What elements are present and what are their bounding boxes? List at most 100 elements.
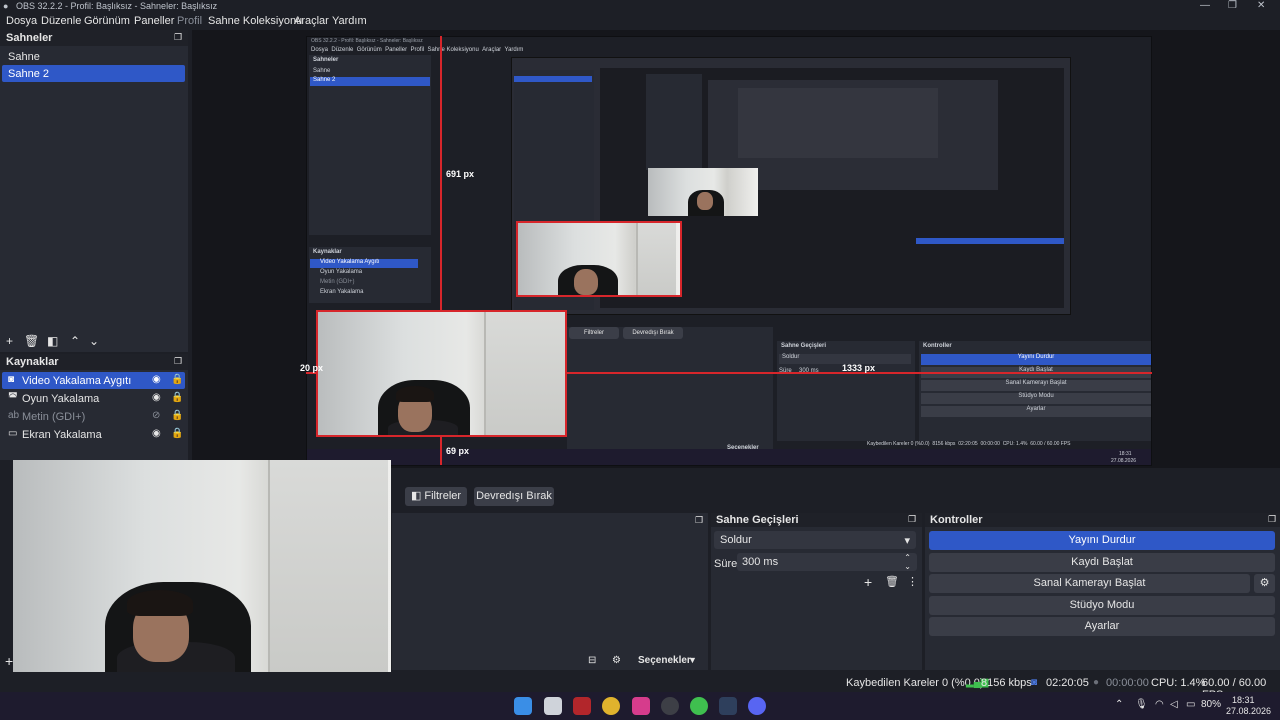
inner-menu-item: Yardım — [504, 47, 524, 53]
guide-label-left: 20 px — [300, 363, 324, 373]
steam-icon[interactable] — [719, 697, 737, 715]
maximize-button[interactable]: ❐ — [1228, 0, 1237, 11]
transitions-title: Sahne Geçişleri — [711, 513, 922, 527]
gear-icon[interactable]: ⚙ — [1254, 574, 1275, 593]
cpu-usage: CPU: 1.4% — [1151, 677, 1206, 689]
obs-icon[interactable] — [661, 697, 679, 715]
menu-duzenle[interactable]: Düzenle — [41, 15, 81, 27]
add-icon[interactable]: + — [864, 574, 872, 590]
studio-mode-button[interactable]: Stüdyo Modu — [929, 596, 1275, 615]
transition-select[interactable]: Soldur ▾ — [714, 531, 916, 549]
undock-icon[interactable]: ❐ — [1268, 514, 1276, 525]
inner-filters-button: Filtreler — [569, 327, 619, 339]
clock-date[interactable]: 27.08.2026 — [1226, 706, 1271, 716]
close-button[interactable]: ✕ — [1257, 0, 1265, 11]
gear-icon[interactable]: ⚙ — [612, 655, 621, 666]
eye-icon[interactable]: ◉ — [152, 428, 161, 439]
inner-source-item: Metin (GDI+) — [320, 279, 355, 285]
undock-icon[interactable]: ❐ — [908, 514, 916, 525]
add-icon[interactable]: + — [5, 653, 13, 669]
menu-yardim[interactable]: Yardım — [332, 15, 367, 27]
add-icon[interactable]: + — [6, 334, 13, 348]
menu-sahne-koleksiyonu[interactable]: Sahne Koleksiyonu — [208, 15, 302, 27]
filter-icon[interactable]: ◧ — [47, 334, 58, 348]
inner-status-item: 60.00 / 60.00 FPS — [1030, 441, 1071, 447]
inner-controls: Kontroller Yayını Durdur Kaydı Başlat Sa… — [919, 341, 1151, 441]
filters-button[interactable]: ◧ Filtreler — [405, 487, 467, 506]
inner-sources-dock: Kaynaklar Video Yakalama Aygıtı Oyun Yak… — [309, 247, 431, 303]
record-time: 00:00:00 — [1106, 677, 1149, 689]
source-item-screen[interactable]: ▭ Ekran Yakalama ◉ 🔒 — [2, 426, 185, 443]
options-dropdown[interactable]: Seçenekler — [638, 655, 691, 666]
eye-hidden-icon[interactable]: ⊘ — [152, 410, 160, 421]
wifi-icon[interactable]: ◠ — [1155, 699, 1164, 710]
stop-stream-button[interactable]: Yayını Durdur — [929, 531, 1275, 550]
clock-time[interactable]: 18:31 — [1232, 695, 1255, 705]
source-item-game[interactable]: ◚ Oyun Yakalama ◉ 🔒 — [2, 390, 185, 407]
menu-gorunum[interactable]: Görünüm — [84, 15, 130, 27]
more-icon[interactable]: ⋮ — [907, 575, 918, 588]
eye-icon[interactable]: ◉ — [152, 374, 161, 385]
settings-button[interactable]: Ayarlar — [929, 617, 1275, 636]
undock-icon[interactable]: ❐ — [174, 356, 182, 367]
duration-label: Süre — [714, 558, 738, 570]
volume-icon[interactable]: ◁ — [1170, 699, 1178, 710]
layout-icon[interactable]: ⊟ — [588, 655, 596, 666]
trash-icon[interactable]: 🗑 — [24, 334, 39, 348]
instagram-icon[interactable] — [632, 697, 650, 715]
deactivate-button[interactable]: Devredışı Bırak — [474, 487, 554, 506]
undock-icon[interactable]: ❐ — [174, 32, 182, 43]
lock-icon[interactable]: 🔒 — [171, 392, 183, 403]
sources-dock: Kaynaklar ❐ ◙ Video Yakalama Aygıtı ◉ 🔒 … — [0, 354, 188, 460]
menu-paneller[interactable]: Paneller — [134, 15, 174, 27]
inner-scenes-dock: Sahneler Sahne Sahne 2 — [309, 55, 431, 235]
guide-label-bottom: 69 px — [446, 446, 470, 456]
lock-icon[interactable]: 🔒 — [171, 374, 183, 385]
bitrate: 8156 kbps — [981, 677, 1032, 689]
source-item-video[interactable]: ◙ Video Yakalama Aygıtı ◉ 🔒 — [2, 372, 185, 389]
source-label: Video Yakalama Aygıtı — [22, 375, 132, 387]
source-label: Oyun Yakalama — [22, 393, 100, 405]
source-bounding-box[interactable] — [316, 310, 567, 437]
source-item-text[interactable]: ab Metin (GDI+) ⊘ 🔒 — [2, 408, 185, 425]
inner-webcam-frame — [516, 221, 682, 297]
discord-icon[interactable] — [748, 697, 766, 715]
inner-menu-item: Görünüm — [356, 47, 382, 53]
stream-time: 02:20:05 — [1046, 677, 1089, 689]
menu-araclar[interactable]: Araçlar — [294, 15, 329, 27]
app-icon[interactable] — [573, 697, 591, 715]
inner-scenes-title: Sahneler — [313, 57, 339, 63]
start-virtualcam-button[interactable]: Sanal Kamerayı Başlat — [929, 574, 1250, 593]
duration-input[interactable]: 300 ms ⌃ ⌄ — [737, 553, 917, 571]
windows-start-icon[interactable] — [514, 697, 532, 715]
scene-item-sahne[interactable]: Sahne — [2, 48, 185, 65]
start-record-button[interactable]: Kaydı Başlat — [929, 553, 1275, 572]
lock-icon[interactable]: 🔒 — [171, 410, 183, 421]
move-down-icon[interactable]: ⌄ — [89, 334, 99, 348]
move-up-icon[interactable]: ⌃ — [70, 334, 80, 348]
chevron-down-icon[interactable]: ▼ — [688, 655, 697, 665]
battery-icon[interactable]: ▭ — [1186, 699, 1195, 710]
inner-source-item: Oyun Yakalama — [320, 269, 363, 275]
inner-scene-item: Sahne — [313, 68, 331, 74]
deep-controls — [916, 238, 1064, 244]
menu-profil[interactable]: Profil — [177, 15, 202, 27]
microphone-icon[interactable]: 🎙 — [1135, 699, 1148, 710]
file-explorer-icon[interactable] — [544, 697, 562, 715]
guide-label-right: 1333 px — [842, 363, 876, 373]
scene-item-sahne-2[interactable]: Sahne 2 — [2, 65, 185, 82]
spotify-icon[interactable] — [690, 697, 708, 715]
deep2 — [646, 74, 702, 170]
trash-icon[interactable]: 🗑 — [885, 575, 899, 588]
undock-icon[interactable]: ❐ — [695, 515, 703, 526]
guide-label-top: 691 px — [446, 169, 475, 179]
inner-status: Kaybedilen Kareler 0 (%0.0) 8156 kbps 02… — [867, 441, 1071, 447]
sources-title-text: Kaynaklar — [6, 356, 59, 368]
menu-dosya[interactable]: Dosya — [6, 15, 37, 27]
chrome-icon[interactable] — [602, 697, 620, 715]
minimize-button[interactable]: — — [1200, 0, 1210, 11]
lock-icon[interactable]: 🔒 — [171, 428, 183, 439]
chevron-up-icon[interactable]: ⌃ — [1115, 699, 1123, 710]
scenes-title-text: Sahneler — [6, 32, 53, 44]
eye-icon[interactable]: ◉ — [152, 392, 161, 403]
